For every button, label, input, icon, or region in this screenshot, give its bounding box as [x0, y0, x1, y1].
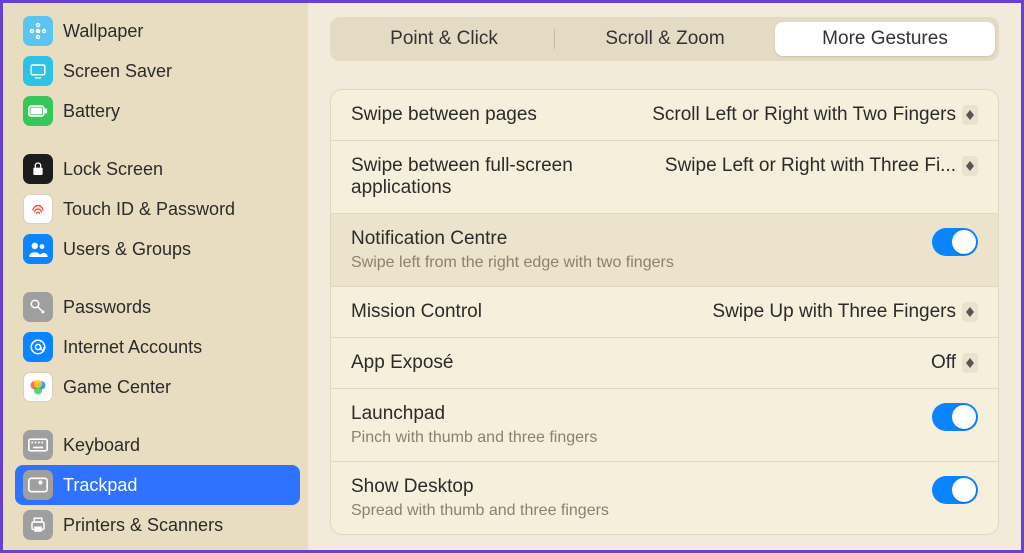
sidebar-item-lock-screen[interactable]: Lock Screen [15, 149, 300, 189]
toggle-notification-centre[interactable] [932, 228, 978, 256]
up-down-icon [962, 353, 978, 373]
row-subtitle: Swipe left from the right edge with two … [351, 254, 674, 272]
row-app-expose: App Exposé Off [331, 337, 998, 388]
sidebar-item-internet-accounts[interactable]: Internet Accounts [15, 327, 300, 367]
select-swipe-pages[interactable]: Scroll Left or Right with Two Fingers [652, 104, 978, 126]
sidebar-item-game-center[interactable]: Game Center [15, 367, 300, 407]
row-subtitle: Spread with thumb and three fingers [351, 502, 609, 520]
select-value: Swipe Left or Right with Three Fi... [665, 155, 956, 177]
row-title: Notification Centre [351, 228, 674, 250]
wallpaper-icon [23, 16, 53, 46]
select-value: Scroll Left or Right with Two Fingers [652, 104, 956, 126]
sidebar-item-label: Lock Screen [63, 159, 163, 180]
select-app-expose[interactable]: Off [931, 352, 978, 374]
sidebar-item-label: Trackpad [63, 475, 137, 496]
sidebar-item-battery[interactable]: Battery [15, 91, 300, 131]
row-title: Swipe between full-screen applications [351, 155, 651, 199]
sidebar-item-passwords[interactable]: Passwords [15, 287, 300, 327]
sidebar-item-users-groups[interactable]: Users & Groups [15, 229, 300, 269]
row-title: Show Desktop [351, 476, 609, 498]
fingerprint-icon [23, 194, 53, 224]
select-value: Off [931, 352, 956, 374]
select-mission-control[interactable]: Swipe Up with Three Fingers [712, 301, 978, 323]
up-down-icon [962, 156, 978, 176]
up-down-icon [962, 302, 978, 322]
at-icon [23, 332, 53, 362]
sidebar-item-label: Battery [63, 101, 120, 122]
toggle-launchpad[interactable] [932, 403, 978, 431]
sidebar-item-label: Users & Groups [63, 239, 191, 260]
row-launchpad: Launchpad Pinch with thumb and three fin… [331, 388, 998, 461]
printer-icon [23, 510, 53, 540]
sidebar-item-printers-scanners[interactable]: Printers & Scanners [15, 505, 300, 545]
lock-icon [23, 154, 53, 184]
key-icon [23, 292, 53, 322]
toggle-show-desktop[interactable] [932, 476, 978, 504]
sidebar-item-label: Internet Accounts [63, 337, 202, 358]
sidebar-item-keyboard[interactable]: Keyboard [15, 425, 300, 465]
row-title: Launchpad [351, 403, 597, 425]
row-subtitle: Pinch with thumb and three fingers [351, 429, 597, 447]
sidebar-item-label: Passwords [63, 297, 151, 318]
settings-panel: Swipe between pages Scroll Left or Right… [330, 89, 999, 535]
battery-icon [23, 96, 53, 126]
up-down-icon [962, 105, 978, 125]
sidebar-item-label: Touch ID & Password [63, 199, 235, 220]
sidebar-item-label: Wallpaper [63, 21, 143, 42]
sidebar-item-label: Keyboard [63, 435, 140, 456]
sidebar-item-label: Game Center [63, 377, 171, 398]
tab-bar: Point & Click Scroll & Zoom More Gesture… [330, 17, 999, 61]
screensaver-icon [23, 56, 53, 86]
row-show-desktop: Show Desktop Spread with thumb and three… [331, 461, 998, 534]
row-notification-centre: Notification Centre Swipe left from the … [331, 213, 998, 286]
sidebar-item-wallpaper[interactable]: Wallpaper [15, 11, 300, 51]
select-swipe-apps[interactable]: Swipe Left or Right with Three Fi... [665, 155, 978, 177]
users-icon [23, 234, 53, 264]
game-center-icon [23, 372, 53, 402]
row-swipe-pages: Swipe between pages Scroll Left or Right… [331, 90, 998, 140]
trackpad-icon [23, 470, 53, 500]
row-title: Mission Control [351, 301, 482, 323]
row-mission-control: Mission Control Swipe Up with Three Fing… [331, 286, 998, 337]
tab-point-click[interactable]: Point & Click [334, 22, 554, 56]
tab-more-gestures[interactable]: More Gestures [775, 22, 995, 56]
row-swipe-apps: Swipe between full-screen applications S… [331, 140, 998, 213]
sidebar-item-screen-saver[interactable]: Screen Saver [15, 51, 300, 91]
select-value: Swipe Up with Three Fingers [712, 301, 956, 323]
keyboard-icon [23, 430, 53, 460]
row-title: App Exposé [351, 352, 453, 374]
content-area: Point & Click Scroll & Zoom More Gesture… [308, 3, 1021, 550]
sidebar-item-trackpad[interactable]: Trackpad [15, 465, 300, 505]
sidebar: Wallpaper Screen Saver Battery Lock Scre… [3, 3, 308, 550]
sidebar-item-label: Screen Saver [63, 61, 172, 82]
window: Wallpaper Screen Saver Battery Lock Scre… [0, 0, 1024, 553]
row-title: Swipe between pages [351, 104, 537, 126]
tab-scroll-zoom[interactable]: Scroll & Zoom [555, 22, 775, 56]
sidebar-item-label: Printers & Scanners [63, 515, 223, 536]
sidebar-item-touch-id[interactable]: Touch ID & Password [15, 189, 300, 229]
